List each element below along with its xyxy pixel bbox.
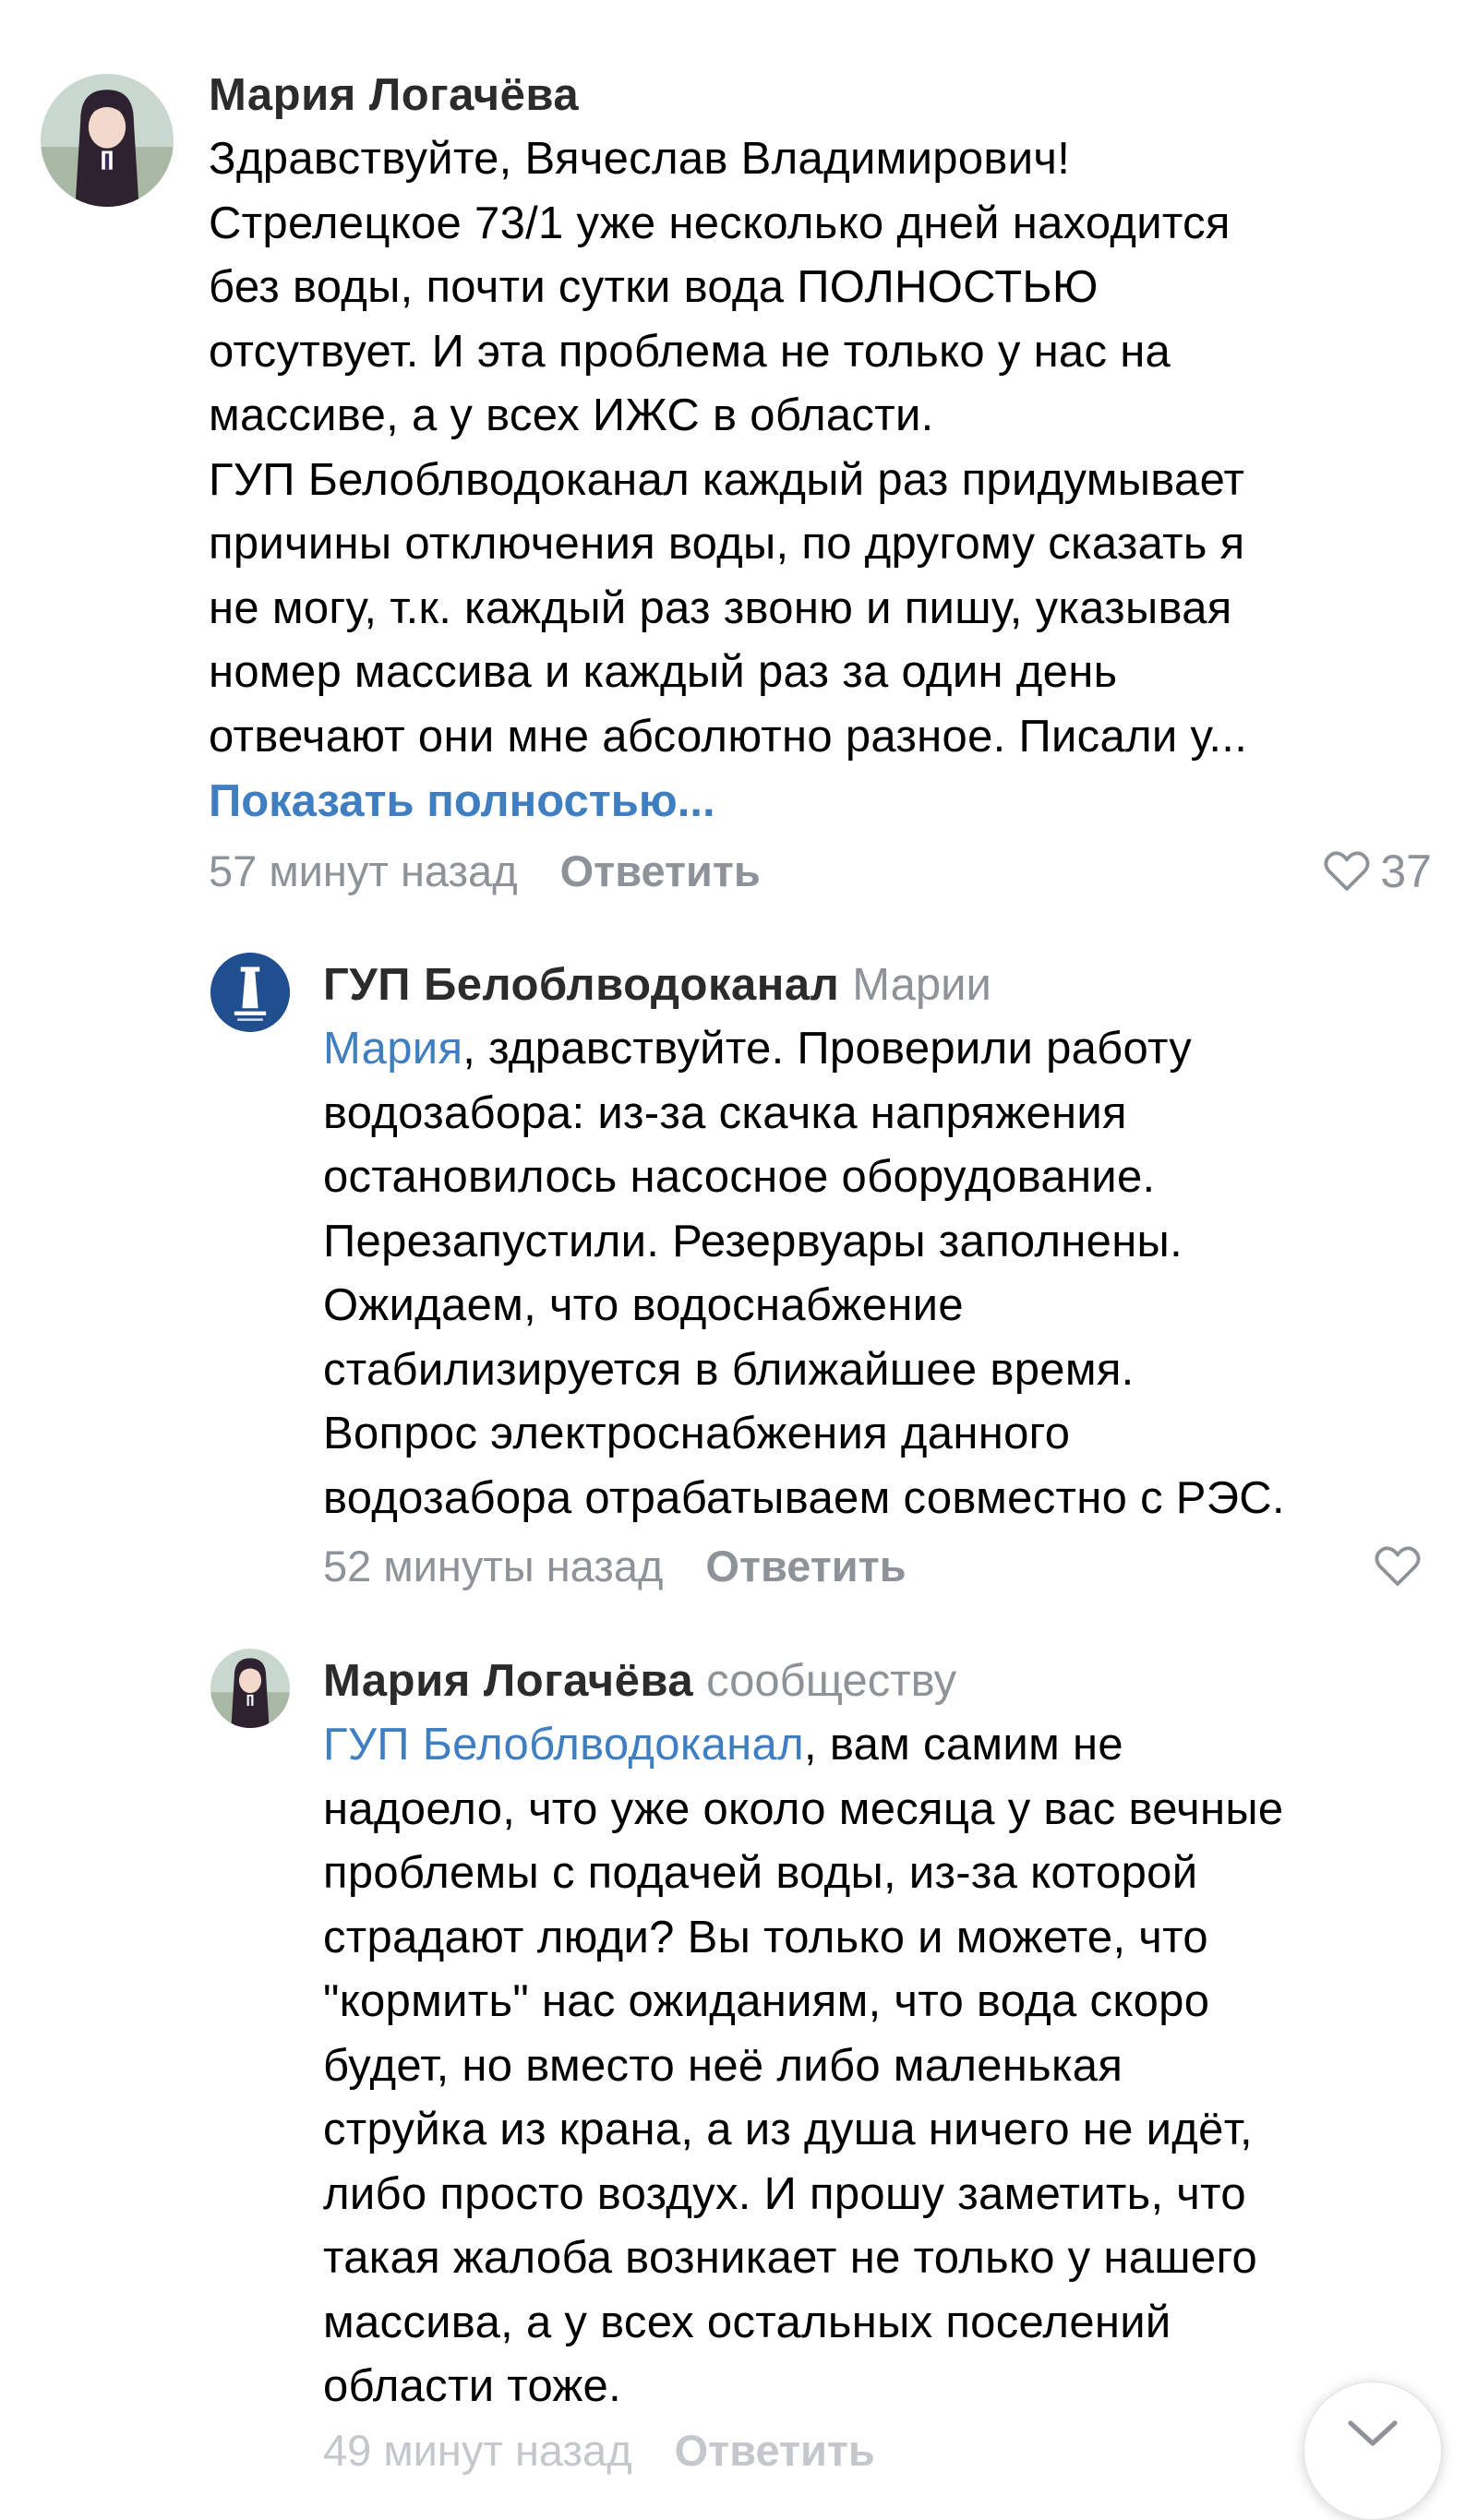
comment-text: Мария, здравствуйте. Проверили работу во… [323, 1017, 1449, 1530]
chevron-down-icon [1347, 2419, 1399, 2519]
comment-header: ГУП Белоблводоканал Марии [323, 953, 1449, 1017]
like-button[interactable]: 37 [1323, 839, 1432, 904]
comment-text-body: , вам самим не надоело, что уже около ме… [323, 1720, 1284, 2411]
comment-meta: 57 минут назад Ответить 37 [209, 839, 1436, 904]
author-name[interactable]: ГУП Белоблводоканал [323, 960, 839, 1010]
avatar-maria[interactable] [41, 74, 174, 207]
comment-header: Мария Логачёва сообществу [323, 1649, 1449, 1713]
reply-button[interactable]: Ответить [675, 2426, 875, 2475]
author-name[interactable]: Мария Логачёва [323, 1656, 693, 1706]
timestamp: 52 минуты назад [323, 1542, 664, 1590]
comment-text: ГУП Белоблводоканал, вам самим не надоел… [323, 1713, 1449, 2419]
comment-text: Здравствуйте, Вячеслав Владимирович! Стр… [209, 127, 1436, 769]
reply-target[interactable]: Марии [852, 960, 991, 1010]
avatar-maria[interactable] [210, 1649, 290, 1728]
reply-button[interactable]: Ответить [705, 1542, 906, 1590]
mention-link[interactable]: Мария [323, 1024, 462, 1074]
reply-target[interactable]: сообществу [706, 1656, 956, 1706]
timestamp: 49 минут назад [323, 2426, 632, 2475]
comment-header: Мария Логачёва [209, 63, 1436, 127]
scroll-down-button[interactable] [1303, 2382, 1442, 2520]
comment-text-body: Здравствуйте, Вячеслав Владимирович! Стр… [209, 134, 1248, 762]
show-more-link[interactable]: Показать полностью... [209, 769, 1436, 834]
mention-link[interactable]: ГУП Белоблводоканал [323, 1720, 804, 1770]
author-name[interactable]: Мария Логачёва [209, 70, 579, 120]
comment-meta-partial: 49 минут назад Ответить [323, 2418, 875, 2483]
comment-text-body: , здравствуйте. Проверили работу водозаб… [323, 1024, 1285, 1523]
timestamp: 57 минут назад [209, 846, 518, 895]
heart-icon [1323, 850, 1371, 893]
like-count: 37 [1380, 846, 1432, 897]
avatar-vodokanal[interactable] [210, 953, 290, 1032]
heart-icon [1374, 1545, 1422, 1588]
reply-button[interactable]: Ответить [560, 846, 761, 895]
like-button[interactable] [1374, 1534, 1431, 1599]
comment-meta: 52 минуты назад Ответить [323, 1534, 1449, 1599]
